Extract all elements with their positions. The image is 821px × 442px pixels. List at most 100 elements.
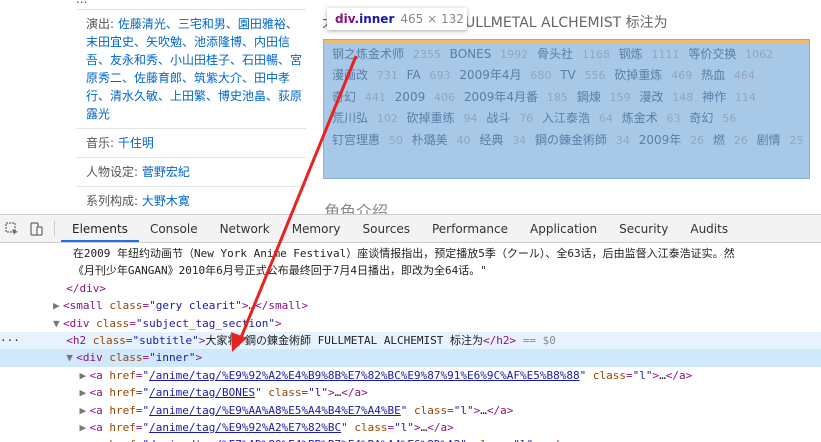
tag-link[interactable]: 2009年 xyxy=(639,133,682,147)
tag-item[interactable]: 2009年4月 680 xyxy=(459,68,551,82)
tag-item[interactable]: 2009年4月番 185 xyxy=(464,90,568,104)
tag-item[interactable]: 经典 34 xyxy=(479,133,526,147)
tag-link[interactable]: 漫改 xyxy=(639,90,663,104)
tag-item[interactable]: 剧情 25 xyxy=(757,133,804,147)
tag-item[interactable]: 鋼の錬金術師 34 xyxy=(535,133,630,147)
tag-link[interactable]: 奇幻 xyxy=(689,111,713,125)
dom-node-anchor[interactable]: ▶ <a href="/anime/tag/%E9%AA%A8%E5%A4%B4%… xyxy=(0,402,821,419)
tag-item[interactable]: 神作 114 xyxy=(702,90,756,104)
tab-performance[interactable]: Performance xyxy=(421,215,519,242)
tab-console[interactable]: Console xyxy=(139,215,209,242)
collapsed-triangle-icon[interactable]: ▶ xyxy=(79,436,89,442)
tag-link[interactable]: 战斗 xyxy=(486,111,510,125)
tag-item[interactable]: 等价交换 1062 xyxy=(688,47,773,61)
tag-link[interactable]: 漫画改 xyxy=(332,68,368,82)
tag-link[interactable]: 等价交换 xyxy=(688,47,736,61)
tag-link[interactable]: 鋼煉 xyxy=(577,90,601,104)
tag-link[interactable]: 荒川弘 xyxy=(332,111,368,125)
tag-item[interactable]: 钢炼 1111 xyxy=(619,47,680,61)
tag-link[interactable]: 炼金术 xyxy=(622,111,658,125)
tab-memory[interactable]: Memory xyxy=(281,215,352,242)
tag-item[interactable]: 朴璐美 40 xyxy=(412,133,471,147)
tag-item[interactable]: 骨头社 1168 xyxy=(537,47,610,61)
collapsed-triangle-icon[interactable]: ▶ xyxy=(79,402,89,419)
tag-item[interactable]: 奇幻 56 xyxy=(689,111,736,125)
href-link[interactable]: /anime/tag/%E9%92%A2%E4%B9%8B%E7%82%BC%E… xyxy=(149,369,579,382)
tag-link[interactable]: TV xyxy=(560,68,576,82)
tag-link[interactable]: 钉宫理惠 xyxy=(332,133,380,147)
dom-node-subject-tag-section[interactable]: ▼ <div class="subject_tag_section"> xyxy=(0,315,821,332)
collapsed-triangle-icon[interactable]: ▶ xyxy=(79,419,89,436)
tag-item[interactable]: 燃 26 xyxy=(713,133,748,147)
tag-item[interactable]: 荒川弘 102 xyxy=(332,111,398,125)
tab-security[interactable]: Security xyxy=(608,215,679,242)
tag-link[interactable]: FA xyxy=(407,68,421,82)
tag-link[interactable]: 剧情 xyxy=(757,133,781,147)
tag-link[interactable]: 钢之炼金术师 xyxy=(332,47,404,61)
tag-item[interactable]: TV 556 xyxy=(560,68,605,82)
infobox-value-link[interactable]: 大野木寛 xyxy=(142,194,190,208)
tag-item[interactable]: 砍掉重炼 469 xyxy=(614,68,692,82)
dom-node-anchor[interactable]: ▶ <a href="/anime/tag/%E9%92%A2%E7%82%BC"… xyxy=(0,419,821,436)
tag-link[interactable]: 奇幻 xyxy=(332,90,356,104)
tag-item[interactable]: 鋼煉 159 xyxy=(577,90,631,104)
tag-item[interactable]: 2009 406 xyxy=(395,90,455,104)
dom-node-anchor[interactable]: ▶ <a href="/anime/tag/%E9%92%A2%E4%B9%8B%… xyxy=(0,367,821,384)
tab-sources[interactable]: Sources xyxy=(352,215,421,242)
tag-link[interactable]: 鋼の錬金術師 xyxy=(535,133,607,147)
tag-link[interactable]: 钢炼 xyxy=(619,47,643,61)
tag-item[interactable]: FA 693 xyxy=(407,68,451,82)
collapsed-triangle-icon[interactable]: ▶ xyxy=(79,384,89,401)
infobox-value-link[interactable]: 千住明 xyxy=(118,136,154,150)
dom-text-node[interactable]: 《月刊少年GANGAN》2010年6月号正式公布最终回于7月4日播出，即改为全6… xyxy=(0,262,821,279)
dom-text-node[interactable]: 在2009 年纽约动画节（New York Anime Festival）座谈情… xyxy=(0,245,821,262)
tag-item[interactable]: 热血 464 xyxy=(701,68,755,82)
tag-item[interactable]: 漫画改 731 xyxy=(332,68,398,82)
tag-link[interactable]: 热血 xyxy=(701,68,725,82)
tab-elements[interactable]: Elements xyxy=(61,215,139,242)
tag-item[interactable]: 2009年 26 xyxy=(639,133,704,147)
tag-link[interactable]: 经典 xyxy=(479,133,503,147)
dom-node-h2-subtitle[interactable]: ··· <h2 class="subtitle">大家将 鋼の錬金術師 FULL… xyxy=(0,331,821,350)
expanded-triangle-icon[interactable]: ▼ xyxy=(53,315,63,332)
tag-item[interactable]: 漫改 148 xyxy=(639,90,693,104)
href-link[interactable]: /anime/tag/%E9%92%A2%E7%82%BC xyxy=(149,421,341,434)
dom-close-div[interactable]: </div> xyxy=(0,280,821,297)
infobox-value-link[interactable]: 菅野宏紀 xyxy=(142,165,190,179)
device-toolbar-icon[interactable] xyxy=(24,215,48,242)
tab-application[interactable]: Application xyxy=(519,215,608,242)
tag-item[interactable]: 奇幻 441 xyxy=(332,90,386,104)
tag-item[interactable]: 钉宫理惠 50 xyxy=(332,133,403,147)
dom-node-small[interactable]: ▶ <small class="gery clearit">…</small> xyxy=(0,297,821,314)
collapsed-triangle-icon[interactable]: ▶ xyxy=(79,367,89,384)
tag-link[interactable]: 2009年4月番 xyxy=(464,90,538,104)
tag-item[interactable]: 入江泰浩 64 xyxy=(542,111,613,125)
tag-link[interactable]: 2009 xyxy=(395,90,426,104)
tag-item[interactable]: 砍掉重练 94 xyxy=(407,111,478,125)
dom-node-anchor[interactable]: ▶<a href="/anime/tag/%E7%AD%89%E4%BB%B7%… xyxy=(0,436,821,442)
tag-item[interactable]: 炼金术 63 xyxy=(622,111,681,125)
tag-item[interactable]: 战斗 76 xyxy=(486,111,533,125)
tag-link[interactable]: 朴璐美 xyxy=(412,133,448,147)
collapsed-triangle-icon[interactable]: ▶ xyxy=(53,297,63,314)
href-link[interactable]: /anime/tag/%E9%AA%A8%E5%A4%B4%E7%A4%BE xyxy=(149,404,401,417)
href-link[interactable]: /anime/tag/%E7%AD%89%E4%BB%B7%E4%BA%A4%E… xyxy=(149,438,460,442)
tag-link[interactable]: 神作 xyxy=(702,90,726,104)
inspect-element-icon[interactable] xyxy=(0,215,24,242)
tag-link[interactable]: 骨头社 xyxy=(537,47,573,61)
dom-node-anchor[interactable]: ▶ <a href="/anime/tag/BONES" class="l">…<… xyxy=(0,384,821,401)
tab-audits[interactable]: Audits xyxy=(679,215,739,242)
dom-node-inner-selected[interactable]: ▼ <div class="inner"> xyxy=(0,349,821,367)
tag-item[interactable]: BONES 1992 xyxy=(450,47,528,61)
tag-link[interactable]: BONES xyxy=(450,47,492,61)
infobox-value-link[interactable]: 佐藤清光、三宅和男、園田雅裕、末田宜史、矢吹勉、池添隆博、内田信吾、友永和秀、小… xyxy=(86,17,302,121)
tag-link[interactable]: 入江泰浩 xyxy=(542,111,590,125)
tag-link[interactable]: 砍掉重练 xyxy=(407,111,455,125)
tag-link[interactable]: 2009年4月 xyxy=(459,68,521,82)
tab-network[interactable]: Network xyxy=(209,215,281,242)
expanded-triangle-icon[interactable]: ▼ xyxy=(66,349,76,366)
tag-link[interactable]: 砍掉重炼 xyxy=(614,68,662,82)
tag-link[interactable]: 燃 xyxy=(713,133,725,147)
href-link[interactable]: /anime/tag/BONES xyxy=(149,386,255,399)
tag-item[interactable]: 钢之炼金术师 2355 xyxy=(332,47,441,61)
